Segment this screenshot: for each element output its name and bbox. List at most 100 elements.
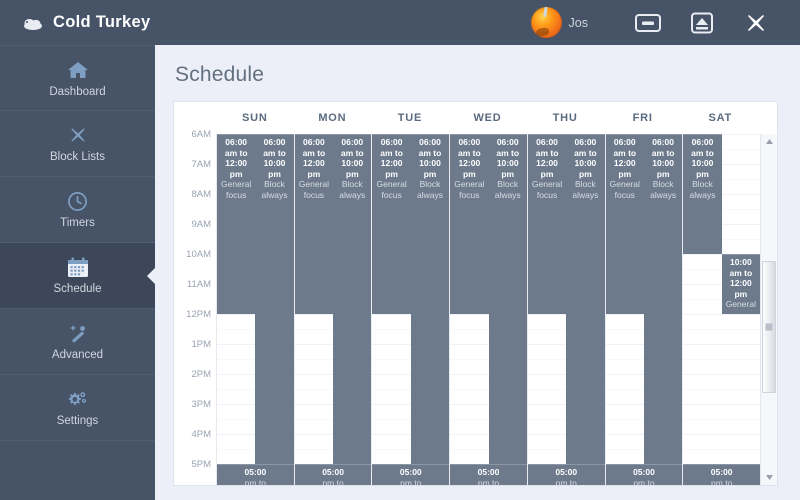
event-name: General focus — [531, 179, 563, 200]
schedule-event[interactable]: 05:00 pm to — [450, 464, 527, 485]
page-title: Schedule — [175, 63, 265, 86]
user-name: Jos — [568, 15, 588, 30]
day-header-row: SUN MON TUE WED THU FRI SAT — [174, 102, 777, 134]
day-column[interactable]: 06:00 am to 12:00 pm General focus 06:00 a… — [605, 134, 684, 486]
time-label: 5PM — [191, 459, 211, 470]
minimize-button[interactable] — [628, 8, 668, 38]
schedule-event[interactable]: 06:00 am to 10:00 pm Block always — [683, 134, 722, 254]
event-name: General focus — [376, 179, 407, 200]
event-time: 05:00 — [633, 467, 655, 477]
event-time: 06:00 am to 10:00 pm — [263, 137, 286, 179]
block-icon — [68, 124, 88, 146]
schedule-event[interactable]: 06:00 am to 10:00 pm Block always — [566, 134, 605, 485]
schedule-card: SUN MON TUE WED THU FRI SAT 6AM 7AM 8AM 9AM 10AM 11… — [173, 101, 778, 486]
schedule-event[interactable]: 05:00 pm to — [217, 464, 294, 485]
sidebar-item-dashboard[interactable]: Dashboard — [0, 45, 155, 111]
schedule-event[interactable]: 06:00 am to 12:00 pm General focus — [527, 134, 567, 314]
maximize-icon — [689, 12, 715, 34]
day-header: SUN — [241, 112, 268, 124]
schedule-event[interactable]: 06:00 am to 12:00 pm General focus — [217, 134, 256, 314]
event-time: 06:00 am to 12:00 pm — [380, 137, 403, 179]
schedule-event[interactable]: 10:00 am to 12:00 pm General — [721, 254, 761, 314]
event-name: pm to — [711, 477, 733, 486]
sidebar-item-label: Advanced — [51, 349, 104, 361]
close-button[interactable] — [736, 8, 776, 38]
scrollbar-track[interactable] — [761, 149, 777, 470]
event-name: pm to — [400, 477, 422, 486]
schedule-event[interactable]: 06:00 am to 10:00 pm Block always — [643, 134, 683, 485]
cold-turkey-window: Cold Turkey Jos Dashboard Block Lists Ti… — [0, 0, 800, 500]
time-axis: 6AM 7AM 8AM 9AM 10AM 11AM 12PM 1PM 2PM 3PM 4PM 5PM — [174, 130, 216, 485]
event-name: pm to — [633, 477, 655, 486]
app-brand: Cold Turkey — [22, 13, 150, 32]
event-name: General focus — [221, 179, 252, 200]
schedule-event[interactable]: 05:00 pm to — [372, 464, 450, 486]
event-name: General — [725, 299, 756, 309]
scroll-up-icon[interactable] — [761, 134, 777, 149]
schedule-event[interactable]: 05:00 pm to — [294, 464, 372, 485]
day-column[interactable]: 06:00 am to 12:00 pm General focus 06:00 a… — [527, 134, 606, 485]
sidebar-item-block-lists[interactable]: Block Lists — [0, 111, 155, 177]
sidebar: Dashboard Block Lists Timers Schedule Ad… — [0, 45, 156, 500]
event-name: Block always — [339, 179, 366, 200]
day-column[interactable]: 06:00 am to 12:00 pm General focus 06:00 a… — [217, 134, 295, 485]
event-time: 06:00 am to 12:00 pm — [224, 137, 248, 179]
schedule-event[interactable]: 05:00 pm to — [527, 464, 605, 485]
minimize-icon — [635, 13, 661, 33]
schedule-grid: 6AM 7AM 8AM 9AM 10AM 11AM 12PM 1PM 2PM 3PM 4PM 5PM … — [174, 130, 777, 486]
event-name: Block always — [650, 179, 677, 200]
event-name: Block always — [689, 179, 716, 200]
event-time: 05:00 — [244, 467, 267, 477]
event-name: Block always — [572, 179, 599, 200]
event-time: 05:00 — [322, 467, 344, 477]
schedule-event[interactable]: 05:00 pm to — [683, 464, 761, 486]
schedule-event[interactable]: 06:00 am to 10:00 pm Block always — [255, 134, 294, 485]
main-content: Schedule SUN MON TUE WED THU FRI SAT 6AM 7AM 8AM… — [155, 45, 800, 500]
event-time: 06:00 am to 12:00 pm — [535, 137, 559, 179]
close-icon — [744, 11, 768, 35]
day-column[interactable]: 06:00 am to 10:00 pm Block always 10:00 am… — [683, 134, 761, 486]
gears-icon — [66, 388, 89, 410]
schedule-event[interactable]: 05:00 pm to — [605, 464, 683, 486]
event-name: General focus — [298, 179, 330, 200]
scrollbar-thumb[interactable] — [762, 261, 776, 393]
day-column[interactable]: 06:00 am to 12:00 pm General focus 06:00 a… — [372, 134, 451, 486]
sidebar-item-schedule[interactable]: Schedule — [0, 243, 156, 309]
sidebar-item-label: Timers — [60, 217, 95, 229]
schedule-event[interactable]: 06:00 am to 10:00 pm Block always — [488, 134, 527, 485]
sidebar-item-settings[interactable]: Settings — [0, 375, 155, 441]
scroll-down-icon[interactable] — [761, 470, 777, 485]
schedule-event[interactable]: 06:00 am to 12:00 pm General focus — [294, 134, 334, 314]
schedule-event[interactable]: 06:00 am to 10:00 pm Block always — [410, 134, 450, 485]
schedule-event[interactable]: 06:00 am to 12:00 pm General focus — [372, 134, 411, 314]
event-name: Block always — [494, 179, 521, 200]
day-header: MON — [318, 112, 347, 124]
calendar-icon — [67, 256, 89, 278]
sidebar-item-timers[interactable]: Timers — [0, 177, 155, 243]
day-columns: 06:00 am to 12:00 pm General focus 06:00 a… — [216, 134, 761, 486]
event-name: pm to — [477, 477, 500, 486]
schedule-event[interactable]: 06:00 am to 12:00 pm General focus — [450, 134, 489, 314]
event-time: 06:00 am to 12:00 pm — [613, 137, 637, 179]
vertical-scrollbar[interactable] — [760, 134, 777, 485]
window-controls: Jos — [530, 7, 800, 38]
user-account[interactable]: Jos — [530, 7, 588, 38]
event-name: Block always — [416, 179, 443, 200]
day-header: THU — [552, 112, 578, 124]
sidebar-item-label: Schedule — [53, 283, 102, 295]
day-column[interactable]: 06:00 am to 12:00 pm General focus 06:00 a… — [450, 134, 528, 485]
event-time: 05:00 — [477, 467, 500, 477]
sidebar-item-advanced[interactable]: Advanced — [0, 309, 155, 375]
day-column[interactable]: 06:00 am to 12:00 pm General focus 06:00 a… — [294, 134, 373, 485]
schedule-event[interactable]: 06:00 am to 12:00 pm General focus — [605, 134, 644, 314]
day-header: TUE — [397, 112, 423, 124]
sidebar-item-label: Settings — [56, 415, 99, 427]
title-bar: Cold Turkey Jos — [0, 0, 800, 45]
schedule-event[interactable]: 06:00 am to 10:00 pm Block always — [333, 134, 372, 485]
day-header: FRI — [632, 112, 653, 124]
event-time: 05:00 — [399, 467, 422, 477]
event-time: 06:00 am to 12:00 pm — [302, 137, 326, 179]
maximize-button[interactable] — [682, 8, 722, 38]
event-time: 06:00 am to 12:00 pm — [458, 137, 481, 179]
event-name: pm to — [244, 477, 266, 486]
